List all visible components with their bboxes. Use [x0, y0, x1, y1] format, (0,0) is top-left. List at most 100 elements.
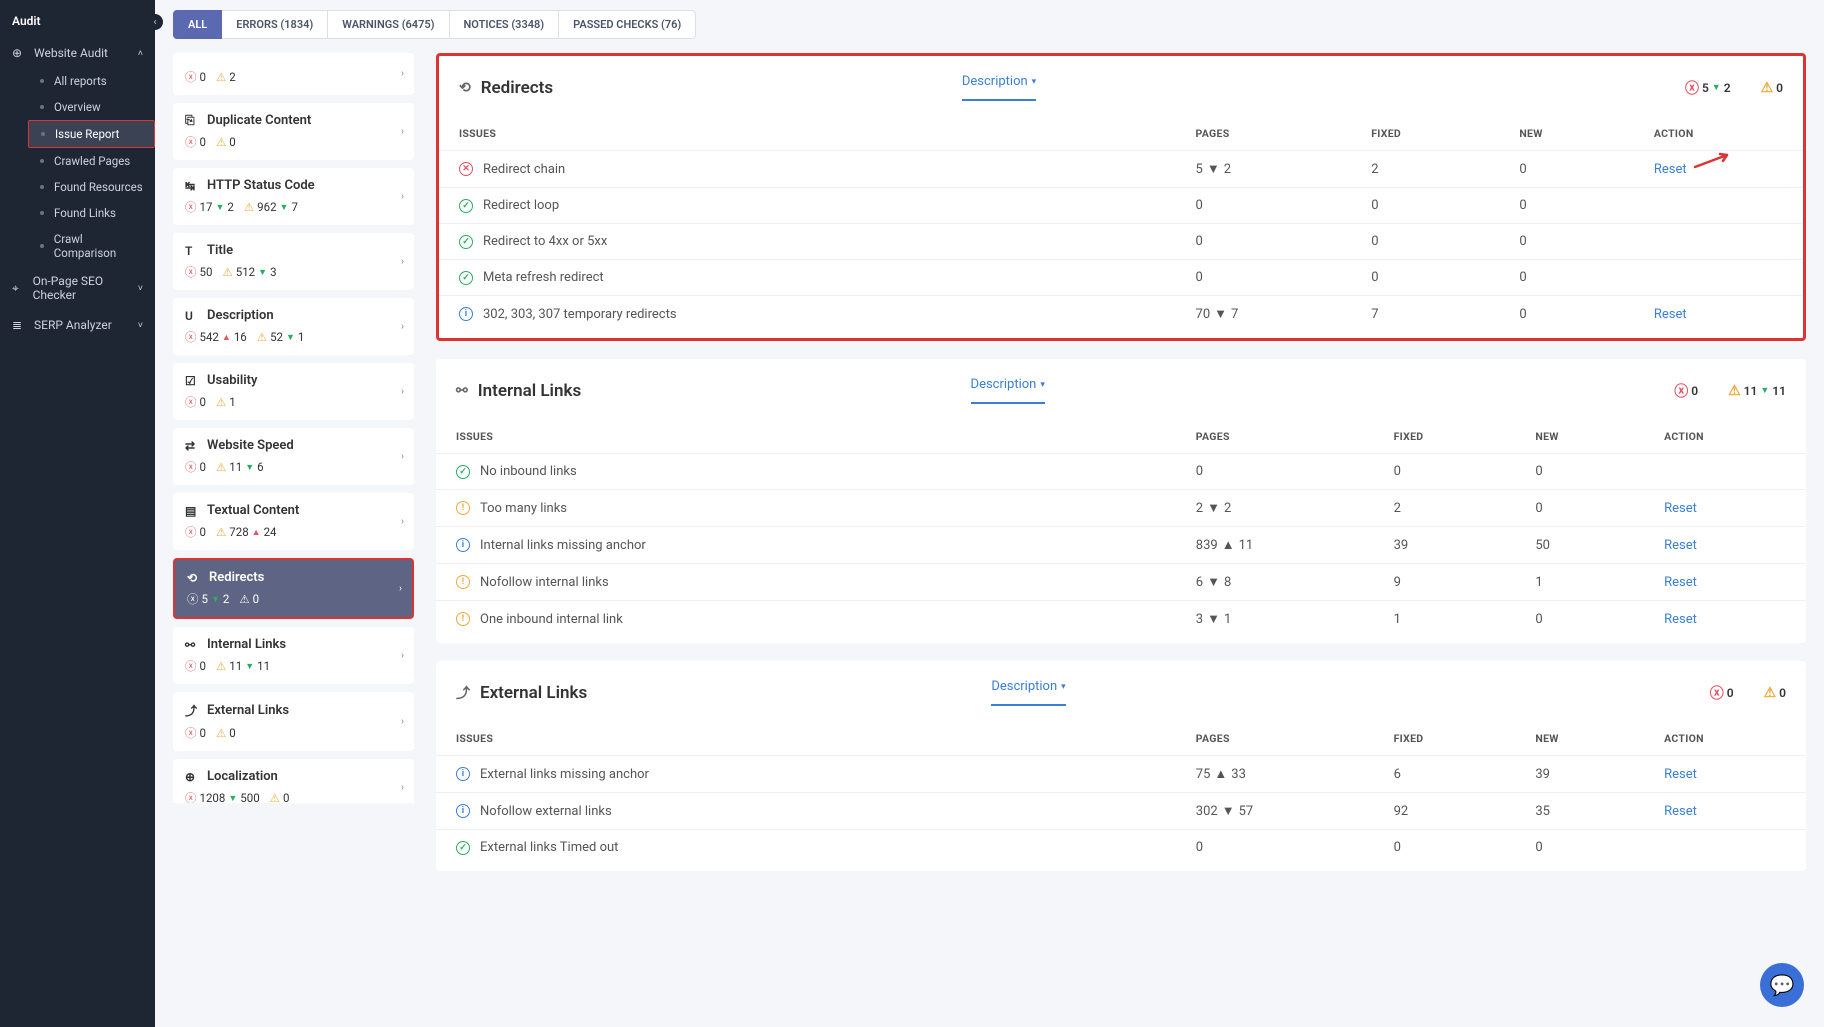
reset-link[interactable]: Reset — [1664, 612, 1697, 627]
nav-subitem[interactable]: All reports — [28, 68, 155, 94]
description-link[interactable]: Description ▾ — [971, 377, 1045, 404]
reset-link[interactable]: Reset — [1664, 804, 1697, 819]
reset-link[interactable]: Reset — [1664, 538, 1697, 553]
reset-link[interactable]: Reset — [1654, 307, 1687, 322]
filter-tab[interactable]: WARNINGS (6475) — [328, 10, 449, 39]
reset-link[interactable]: Reset — [1664, 767, 1697, 782]
issue-row[interactable]: iExternal links missing anchor 75 ▲33 6 … — [436, 756, 1806, 793]
filter-tab[interactable]: ERRORS (1834) — [222, 10, 328, 39]
error-icon: ⓧ — [185, 725, 197, 741]
nav-subitem[interactable]: Issue Report — [28, 120, 155, 148]
sidebar: ‹ Audit ⊕Website Audit˄All reportsOvervi… — [0, 0, 155, 1027]
issue-row[interactable]: ✓Meta refresh redirect 0 0 0 — [439, 260, 1803, 296]
error-icon: ⓧ — [1710, 683, 1724, 703]
issue-name: Redirect to 4xx or 5xx — [483, 234, 607, 249]
pages-cell: 302 ▼57 — [1176, 793, 1374, 830]
reset-link[interactable]: Reset — [1654, 162, 1687, 177]
warning-icon: ⚠ — [1764, 685, 1777, 701]
category-name: Textual Content — [207, 503, 299, 518]
error-icon: ⓧ — [1674, 381, 1688, 401]
chat-button[interactable]: 💬 — [1760, 963, 1804, 1007]
collapse-sidebar-button[interactable]: ‹ — [147, 14, 163, 30]
issue-name: Internal links missing anchor — [480, 538, 646, 553]
issue-row[interactable]: ✕Redirect chain 5 ▼2 2 0 Reset — [439, 151, 1803, 188]
pages-cell: 2 ▼2 — [1176, 490, 1374, 527]
warning-count: ⚠ 962 ▼7 — [244, 200, 298, 214]
nav-subitem[interactable]: Crawled Pages — [28, 148, 155, 174]
issue-status-icon: ✓ — [456, 465, 470, 479]
issue-status-icon: ! — [456, 575, 470, 589]
error-icon: ⓧ — [185, 69, 197, 85]
nav-section[interactable]: ≣SERP Analyzer˅ — [0, 310, 155, 340]
down-icon: ▼ — [228, 793, 237, 804]
nav-section[interactable]: ⊕Website Audit˄ — [0, 38, 155, 68]
issues-table: ISSUES PAGES FIXED NEW ACTION iExternal … — [436, 722, 1806, 871]
col-new: NEW — [1499, 117, 1634, 151]
warning-icon: ⚠ — [216, 135, 226, 149]
issue-status-icon: ✓ — [459, 235, 473, 249]
nav-subitem[interactable]: Found Links — [28, 200, 155, 226]
category-card[interactable]: ⤴External Linksⓧ 0⚠ 0› — [173, 692, 414, 751]
chevron-right-icon: › — [401, 516, 404, 527]
issue-row[interactable]: !One inbound internal link 3 ▼1 1 0 Rese… — [436, 601, 1806, 644]
category-icon: ↹ — [185, 179, 199, 193]
category-card[interactable]: ⎘Duplicate Contentⓧ 0⚠ 0› — [173, 103, 414, 160]
nav-subitem[interactable]: Found Resources — [28, 174, 155, 200]
new-cell: 0 — [1515, 601, 1644, 644]
nav-section[interactable]: ⌖On-Page SEO Checker˅ — [0, 266, 155, 310]
description-link[interactable]: Description ▾ — [991, 679, 1065, 706]
filter-tab[interactable]: NOTICES (3348) — [450, 10, 560, 39]
issue-row[interactable]: iInternal links missing anchor 839 ▲11 3… — [436, 527, 1806, 564]
issue-status-icon: ✕ — [459, 162, 473, 176]
category-card[interactable]: ☑Usabilityⓧ 0⚠ 1› — [173, 363, 414, 420]
warning-count: ⚠ 11 ▼11 — [216, 659, 270, 673]
category-icon: ▤ — [185, 504, 199, 518]
category-card[interactable]: ⓧ 0⚠ 2› — [173, 53, 414, 95]
filter-tab[interactable]: ALL — [173, 10, 222, 39]
issue-row[interactable]: ✓No inbound links 0 0 0 — [436, 454, 1806, 490]
reset-link[interactable]: Reset — [1664, 501, 1697, 516]
error-icon: ⓧ — [185, 459, 197, 475]
category-card[interactable]: UDescriptionⓧ 542 ▲16⚠ 52 ▼1› — [173, 298, 414, 355]
issue-row[interactable]: i302, 303, 307 temporary redirects 70 ▼7… — [439, 296, 1803, 339]
issue-row[interactable]: ✓Redirect loop 0 0 0 — [439, 188, 1803, 224]
category-card[interactable]: ⟲Redirectsⓧ 5 ▼2⚠ 0› — [173, 558, 414, 619]
col-pages: PAGES — [1176, 117, 1352, 151]
error-count: ⓧ 0 — [185, 134, 206, 150]
reset-link[interactable]: Reset — [1664, 575, 1697, 590]
panel-warning-count: ⚠ 11 ▼11 — [1728, 381, 1786, 401]
category-card[interactable]: TTitleⓧ 50⚠ 512 ▼3› — [173, 233, 414, 290]
filter-tab[interactable]: PASSED CHECKS (76) — [559, 10, 696, 39]
issue-row[interactable]: ✓External links Timed out 0 0 0 — [436, 830, 1806, 872]
category-card[interactable]: ⊕Localizationⓧ 1208 ▼500⚠ 0› — [173, 759, 414, 803]
col-pages: PAGES — [1176, 722, 1374, 756]
description-link[interactable]: Description ▾ — [962, 74, 1036, 101]
issue-row[interactable]: !Too many links 2 ▼2 2 0 Reset — [436, 490, 1806, 527]
category-card[interactable]: ⇄Website Speedⓧ 0⚠ 11 ▼6› — [173, 428, 414, 485]
warning-count: ⚠ 0 — [270, 791, 290, 803]
new-cell: 0 — [1515, 490, 1644, 527]
nav-subitem[interactable]: Crawl Comparison — [28, 226, 155, 266]
category-card[interactable]: ▤Textual Contentⓧ 0⚠ 728 ▲24› — [173, 493, 414, 550]
category-name: Title — [207, 243, 233, 258]
pages-cell: 0 — [1176, 224, 1352, 260]
nav-subitem[interactable]: Overview — [28, 94, 155, 120]
pages-cell: 75 ▲33 — [1176, 756, 1374, 793]
warning-icon: ⚠ — [239, 592, 249, 606]
error-icon: ⓧ — [185, 264, 197, 280]
bullet-icon — [40, 244, 44, 248]
issue-row[interactable]: ✓Redirect to 4xx or 5xx 0 0 0 — [439, 224, 1803, 260]
error-count: ⓧ 50 — [185, 264, 212, 280]
col-issues: ISSUES — [439, 117, 1176, 151]
error-icon: ⓧ — [185, 199, 197, 215]
category-name: HTTP Status Code — [207, 178, 315, 193]
category-card[interactable]: ↹HTTP Status Codeⓧ 17 ▼2⚠ 962 ▼7› — [173, 168, 414, 225]
issue-row[interactable]: !Nofollow internal links 6 ▼8 9 1 Reset — [436, 564, 1806, 601]
chevron-down-icon: ▾ — [1040, 380, 1045, 390]
issue-name: One inbound internal link — [480, 612, 623, 627]
chevron-right-icon: › — [401, 69, 404, 80]
category-card[interactable]: ⚯Internal Linksⓧ 0⚠ 11 ▼11› — [173, 627, 414, 684]
issue-row[interactable]: iNofollow external links 302 ▼57 92 35 R… — [436, 793, 1806, 830]
fixed-cell: 2 — [1351, 151, 1499, 188]
down-icon: ▼ — [211, 594, 220, 605]
